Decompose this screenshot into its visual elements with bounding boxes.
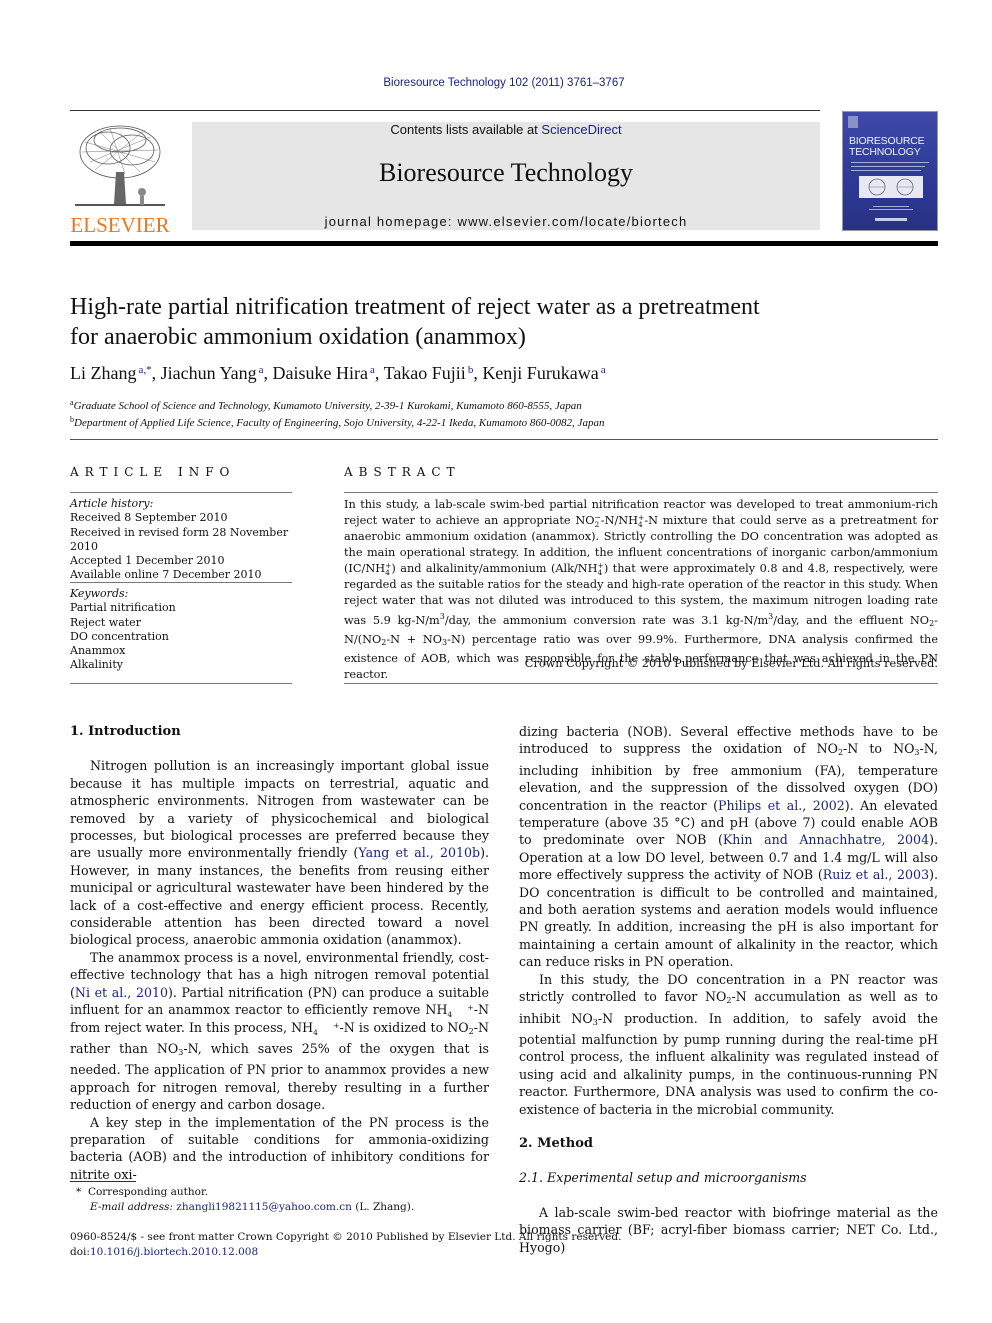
divider <box>70 582 292 583</box>
elsevier-tree-icon <box>70 122 170 210</box>
journal-cover-thumbnail[interactable]: BIORESOURCE TECHNOLOGY <box>842 111 938 231</box>
article-history: Article history: Received 8 September 20… <box>70 497 289 582</box>
paragraph: Nitrogen pollution is an increasingly im… <box>70 758 489 948</box>
sciencedirect-link[interactable]: ScienceDirect <box>541 122 621 137</box>
email-link[interactable]: zhangli19821115@yahoo.com.cn <box>176 1201 352 1213</box>
contents-line: Contents lists available at ScienceDirec… <box>390 122 622 137</box>
body-left-column: 1. Introduction Nitrogen pollution is an… <box>70 723 489 1183</box>
citation-link[interactable]: Khin and Annachhatre, 2004 <box>723 832 929 847</box>
abstract-heading: ABSTRACT <box>344 465 461 479</box>
author[interactable]: Kenji Furukawa a <box>482 363 605 383</box>
front-matter-footer: 0960-8524/$ - see front matter Crown Cop… <box>70 1231 622 1258</box>
elsevier-wordmark: ELSEVIER <box>70 213 170 237</box>
body-right-column: dizing bacteria (NOB). Several effective… <box>519 723 938 1256</box>
affiliation: bDepartment of Applied Life Science, Fac… <box>70 415 605 429</box>
section-heading: 2. Method <box>519 1135 593 1151</box>
journal-title: Bioresource Technology <box>378 158 634 187</box>
header-rule <box>70 110 820 111</box>
section-divider <box>70 439 938 440</box>
paragraph: dizing bacteria (NOB). Several effective… <box>519 724 939 970</box>
doi-link[interactable]: 10.1016/j.biortech.2010.12.008 <box>90 1246 258 1258</box>
footnote-rule <box>70 1181 136 1182</box>
citation-link[interactable]: Philips et al., 2002 <box>718 798 845 813</box>
keyword: Partial nitrification <box>70 601 176 615</box>
divider <box>344 492 938 493</box>
article-info-heading: ARTICLE INFO <box>70 465 236 479</box>
elsevier-logo[interactable]: ELSEVIER <box>70 122 170 236</box>
divider <box>70 683 292 684</box>
keyword: DO concentration <box>70 629 169 643</box>
keywords: Keywords: Partial nitrification Reject w… <box>70 587 300 673</box>
author[interactable]: Jiachun Yang a <box>161 363 264 383</box>
divider <box>344 683 938 684</box>
journal-homepage[interactable]: journal homepage: www.elsevier.com/locat… <box>192 214 820 229</box>
citation-link[interactable]: Ni et al., 2010 <box>75 985 168 1000</box>
cover-title: BIORESOURCE TECHNOLOGY <box>849 135 925 158</box>
keyword: Anammox <box>70 644 126 658</box>
abstract-copyright: Crown Copyright © 2010 Published by Else… <box>524 657 938 670</box>
affiliations: aGraduate School of Science and Technolo… <box>70 396 604 430</box>
article-title: High-rate partial nitrification treatmen… <box>70 294 760 350</box>
corresponding-footnote: * Corresponding author. E-mail address: … <box>76 1186 415 1213</box>
subsection-heading: 2.1. Experimental setup and microorganis… <box>519 1170 807 1186</box>
author[interactable]: Daisuke Hira a <box>273 363 375 383</box>
citation-link[interactable]: Yang et al., 2010b <box>358 845 480 860</box>
keyword: Alkalinity <box>70 658 123 672</box>
journal-banner: Contents lists available at ScienceDirec… <box>192 122 820 230</box>
cover-diagram-icon <box>859 176 923 198</box>
abstract-body: In this study, a lab-scale swim-bed part… <box>344 498 939 681</box>
divider <box>70 492 292 493</box>
paragraph: A key step in the implementation of the … <box>70 1114 489 1182</box>
section-heading: 1. Introduction <box>70 724 181 739</box>
affiliation: aGraduate School of Science and Technolo… <box>70 398 582 412</box>
author[interactable]: Li Zhang a,* <box>70 363 152 383</box>
journal-reference-link[interactable]: Bioresource Technology 102 (2011) 3761–3… <box>0 77 992 89</box>
keyword: Reject water <box>70 615 141 629</box>
citation-link[interactable]: Ruiz et al., 2003 <box>823 867 929 882</box>
cover-elsevier-icon <box>848 116 858 128</box>
author[interactable]: Takao Fujii b <box>384 363 474 383</box>
header-thick-rule <box>70 241 938 246</box>
paragraph: In this study, the DO concentration in a… <box>519 971 939 1117</box>
author-list: Li Zhang a,*, Jiachun Yang a, Daisuke Hira… <box>70 363 606 383</box>
paragraph: The anammox process is a novel, environm… <box>70 949 490 1113</box>
